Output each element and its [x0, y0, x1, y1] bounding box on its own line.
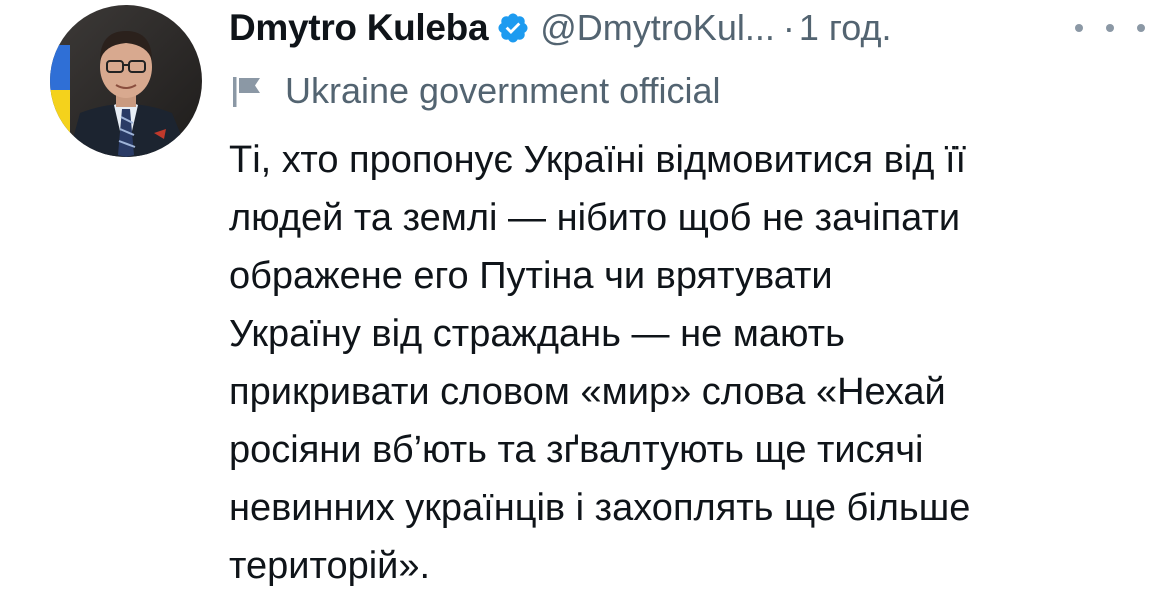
tweet-text: Ті, хто пропонує Україні відмовитися від…	[229, 131, 1149, 595]
tweet-card: Dmytro Kuleba @DmytroKul... · 1 год. Ukr…	[0, 0, 1170, 601]
tweet-header: Dmytro Kuleba @DmytroKul... · 1 год.	[229, 0, 1129, 56]
verified-badge-icon	[496, 11, 530, 45]
avatar-image	[50, 5, 202, 157]
more-dot	[1075, 24, 1083, 32]
profile-avatar[interactable]	[50, 5, 202, 157]
more-horizontal-icon[interactable]	[1075, 13, 1145, 43]
account-label-text[interactable]: Ukraine government official	[285, 70, 721, 112]
display-name[interactable]: Dmytro Kuleba	[229, 7, 489, 49]
flag-icon	[229, 73, 265, 109]
tweet-text-line: росіяни вб’ють та зґвалтують ще тисячі	[229, 429, 924, 471]
tweet-text-line: територій».	[229, 545, 431, 587]
user-handle[interactable]: @DmytroKul...	[540, 7, 775, 49]
tweet-text-line: ображене его Путіна чи врятувати	[229, 255, 833, 297]
tweet-text-line: Ті, хто пропонує Україні відмовитися від…	[229, 139, 967, 181]
more-dot	[1106, 24, 1114, 32]
separator-dot: ·	[782, 7, 795, 48]
tweet-text-line: людей та землі — нібито щоб не зачіпати	[229, 197, 961, 239]
tweet-text-line: невинних українців і захоплять ще більше	[229, 487, 971, 529]
timestamp[interactable]: 1 год.	[799, 7, 892, 49]
tweet-text-line: прикривати словом «мир» слова «Нехай	[229, 371, 946, 413]
more-dot	[1137, 24, 1145, 32]
tweet-text-line: Україну від страждань — не мають	[229, 313, 845, 355]
account-label: Ukraine government official	[229, 66, 721, 116]
